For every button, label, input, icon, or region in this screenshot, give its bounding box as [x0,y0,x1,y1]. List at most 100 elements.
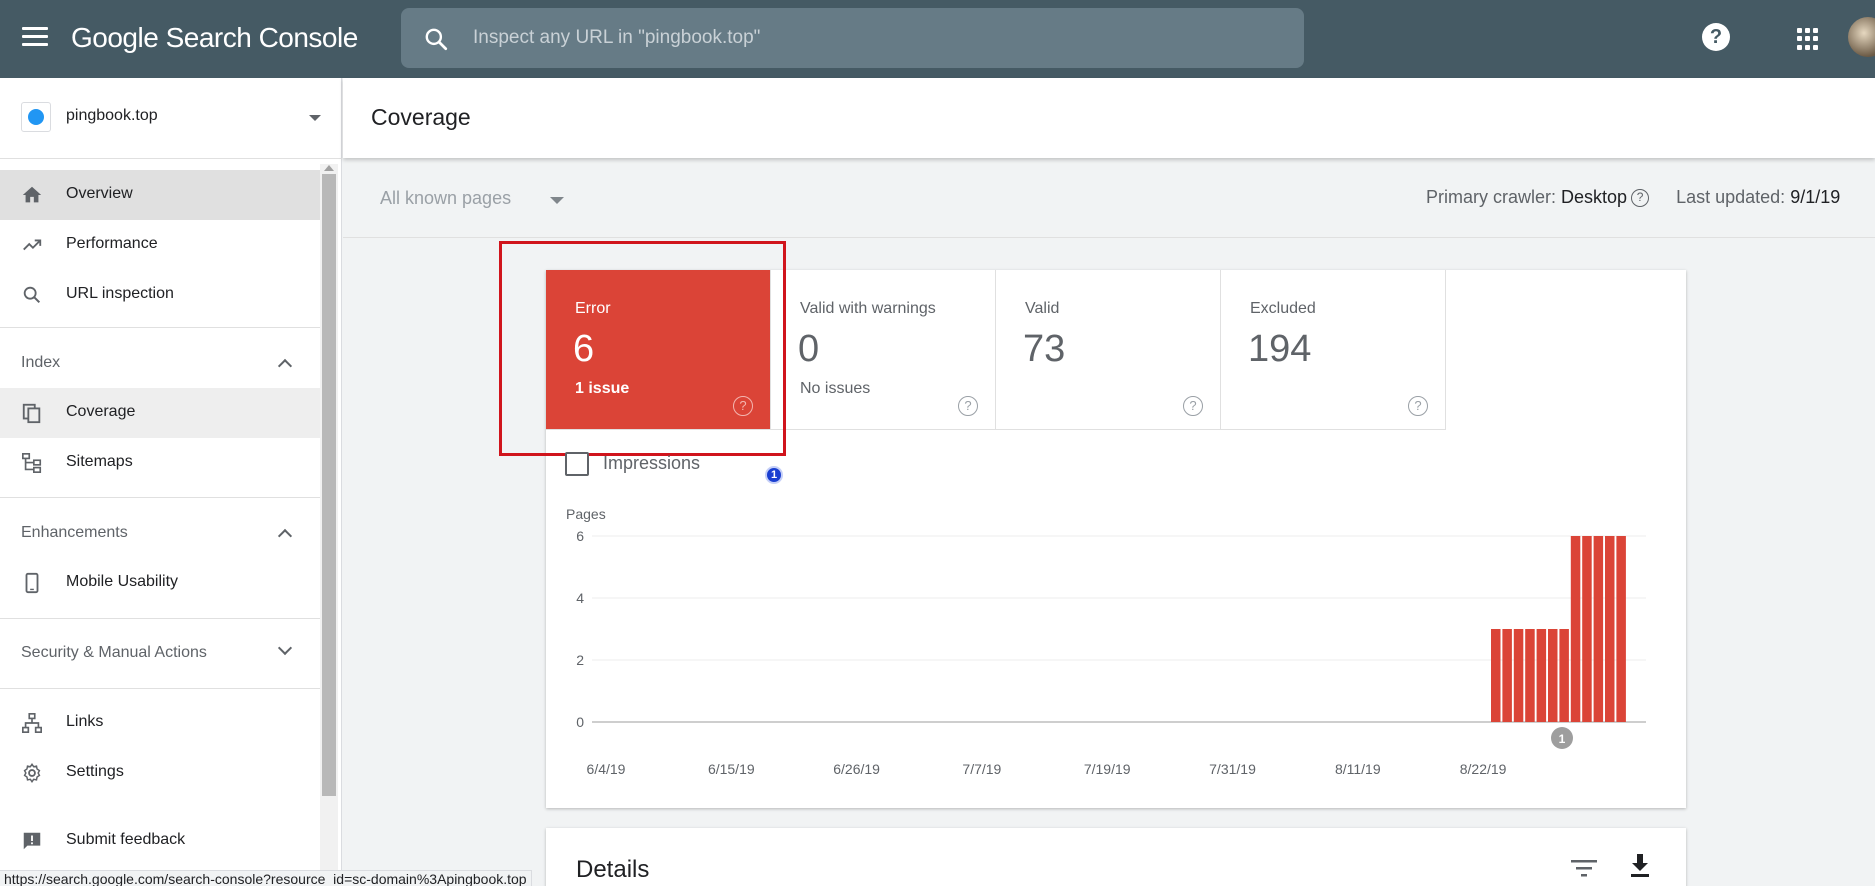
sidebar-item-performance[interactable]: Performance [0,220,320,270]
tile-valid-with-warnings[interactable]: Valid with warnings 0 No issues ? [771,270,996,430]
x-tick-label: 7/31/19 [1209,761,1256,777]
caret-down-icon[interactable] [550,197,564,204]
pages-filter-dropdown[interactable]: All known pages [380,188,511,209]
help-icon[interactable]: ? [733,396,753,416]
bar [1616,536,1626,722]
page-header: Coverage [343,78,1875,158]
crawler-info: Primary crawler: Desktop? Last updated: … [1426,187,1840,208]
tile-value: 6 [573,328,595,370]
sidebar-item-url-inspection[interactable]: URL inspection [0,270,320,320]
scroll-up-icon[interactable] [324,165,334,171]
sidebar-item-label: Mobile Usability [66,573,179,590]
tile-value: 73 [1023,328,1066,370]
help-icon[interactable]: ? [1702,23,1730,51]
divider [0,688,320,689]
sidebar-item-label: Performance [66,235,158,252]
tile-value: 194 [1248,328,1312,370]
gear-icon [23,763,41,783]
section-label: Security & Manual Actions [21,644,207,661]
impressions-checkbox[interactable] [565,452,589,476]
sidebar-item-label: Settings [66,763,124,780]
bar [1525,629,1535,722]
impressions-label: Impressions [603,453,701,473]
chevron-up-icon [277,358,293,374]
apps-grid-icon[interactable] [1797,28,1819,50]
caret-down-icon[interactable] [309,115,321,121]
help-icon[interactable]: ? [1408,396,1428,416]
sidebar-item-submit-feedback[interactable]: Submit feedback [0,816,320,866]
filter-bar: All known pages Primary crawler: Desktop… [343,160,1875,238]
feedback-icon [23,832,41,850]
tile-error[interactable]: Error 6 1 issue ? [546,270,771,430]
sitemap-icon [22,453,42,473]
menu-icon[interactable] [22,27,48,47]
y-tick-label: 0 [576,714,584,730]
help-icon[interactable]: ? [1183,396,1203,416]
browser-status-url: https://search.google.com/search-console… [0,870,532,886]
sidebar: pingbook.top Overview Performance URL in… [0,78,342,886]
divider [0,497,320,498]
x-tick-label: 8/11/19 [1335,761,1381,777]
y-tick-label: 4 [576,590,584,606]
property-icon [21,102,51,132]
x-tick-label: 7/19/19 [1084,761,1131,777]
scrollbar-thumb[interactable] [322,174,336,796]
bar [1502,629,1512,722]
sidebar-item-settings[interactable]: Settings [0,748,320,798]
url-inspection-search[interactable] [401,8,1304,68]
help-icon[interactable]: ? [958,396,978,416]
tile-valid[interactable]: Valid 73 ? [996,270,1221,430]
search-icon[interactable] [423,26,449,52]
tile-sub: No issues [800,380,871,397]
pages-icon [22,403,41,424]
home-icon [22,186,42,203]
sidebar-item-coverage[interactable]: Coverage [0,388,320,438]
y-tick-label: 2 [576,652,584,668]
links-icon [22,713,42,733]
download-icon[interactable] [1629,854,1651,878]
bar [1570,536,1581,722]
sidebar-item-label: Overview [66,185,133,202]
divider [0,618,320,619]
x-tick-label: 6/4/19 [587,761,626,777]
search-icon [23,286,41,304]
sidebar-item-mobile-usability[interactable]: Mobile Usability [0,558,320,608]
bar [1513,629,1524,722]
tile-value: 0 [798,328,820,370]
section-label: Enhancements [21,524,128,541]
bar [1559,629,1569,722]
section-enhancements-toggle[interactable]: Enhancements [0,508,320,558]
sidebar-scrollbar[interactable] [320,164,338,886]
filter-icon[interactable] [1571,858,1597,878]
avatar[interactable] [1848,17,1875,57]
bar [1605,536,1615,722]
sidebar-item-label: Submit feedback [66,831,186,848]
section-security-toggle[interactable]: Security & Manual Actions [0,628,320,678]
sidebar-item-label: URL inspection [66,285,174,302]
x-tick-label: 6/15/19 [708,761,755,777]
search-input[interactable] [473,8,1273,68]
phone-icon [25,572,39,594]
app-title[interactable]: Google Search Console [71,22,358,54]
last-updated-label: Last updated: [1676,187,1786,207]
property-name: pingbook.top [66,107,158,124]
sidebar-item-label: Links [66,713,104,730]
bar [1548,629,1558,722]
tile-label: Excluded [1250,300,1316,317]
section-label: Index [21,354,61,371]
help-icon[interactable]: ? [1631,189,1650,208]
sidebar-item-label: Coverage [66,403,136,420]
x-tick-label: 6/26/19 [833,761,880,777]
sidebar-item-sitemaps[interactable]: Sitemaps [0,438,320,488]
bar [1536,629,1547,722]
property-selector[interactable]: pingbook.top [0,78,342,159]
tile-excluded[interactable]: Excluded 194 ? [1221,270,1446,430]
sidebar-item-links[interactable]: Links [0,698,320,748]
crawler-value: Desktop [1561,187,1628,207]
sidebar-item-overview[interactable]: Overview [0,170,320,220]
coverage-chart: Pages 0 2 4 6 6/4/19 6/15/19 6/26/19 7/7/19 7/19/… [566,506,1646,777]
bar [1582,536,1592,722]
details-card: Details [546,828,1686,886]
trending-up-icon [23,239,42,251]
section-index-toggle[interactable]: Index [0,338,320,388]
